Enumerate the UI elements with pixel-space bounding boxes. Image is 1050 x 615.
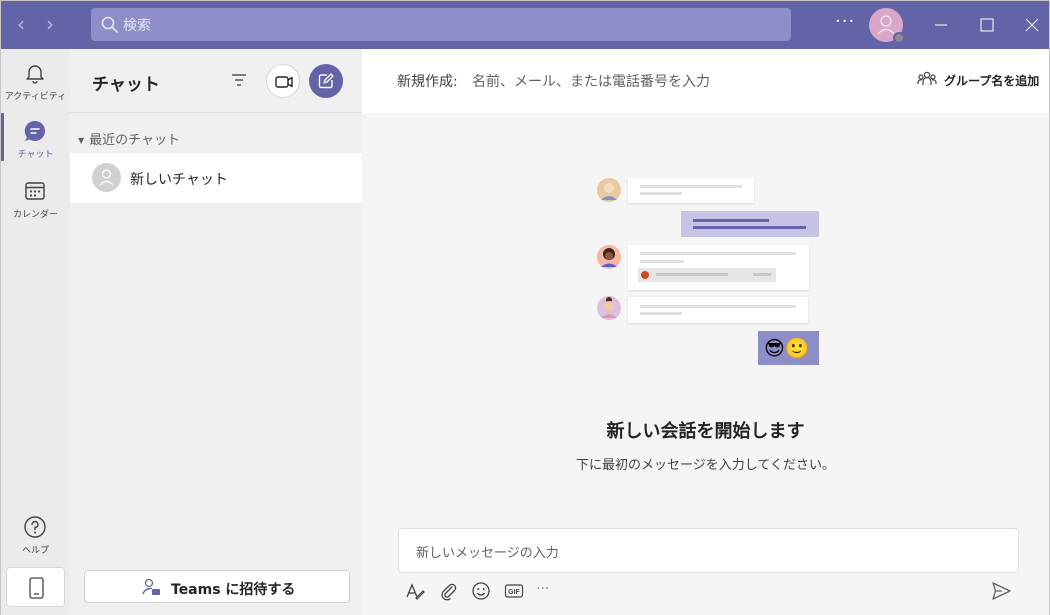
message-bubble [628,245,809,290]
empty-state-title: 新しい会話を開始します [606,421,805,442]
rail-item-activity[interactable]: アクティビティ [1,55,70,111]
chat-list-item[interactable]: 新しいチャット [70,153,362,203]
filter-button[interactable] [228,69,250,91]
person-face-icon [601,248,617,267]
phone-icon [29,577,44,599]
presence-status-icon [893,32,905,44]
search-icon [101,16,118,33]
illustration-avatar [597,245,621,269]
compose-icon [318,73,334,89]
gif-label: GIF [508,589,520,596]
minimize-button[interactable] [929,13,953,37]
close-button[interactable] [1020,13,1044,37]
recent-chats-section[interactable]: ▼ 最近のチャット [78,129,180,148]
more-options-icon[interactable]: ··· [536,580,558,602]
help-icon [24,516,46,538]
recipient-input[interactable]: 名前、メール、または電話番号を入力 [472,71,710,91]
avatar [92,163,121,192]
people-icon [917,71,937,85]
message-bubble [628,297,808,323]
main-chat-area: 新規作成: 名前、メール、または電話番号を入力 グループ名を追加 😎🙂 新しい会… [362,49,1049,615]
chat-name: 新しいチャット [130,172,228,188]
rail-item-chat[interactable]: チャット [1,113,70,169]
title-bar: ‹ › 検索 ··· [1,1,1049,49]
rail-label: チャット [17,150,54,160]
bell-icon [26,65,44,84]
emoji-bubble: 😎🙂 [758,331,819,365]
search-input[interactable]: 検索 [91,8,791,41]
rail-label: アクティビティ [4,92,67,102]
gif-button[interactable]: GIF [503,580,525,602]
back-arrow-icon[interactable]: ‹ [10,13,32,35]
person-icon [99,169,114,186]
format-button[interactable] [404,580,426,602]
user-avatar[interactable] [869,8,905,44]
emoji-button[interactable] [470,580,492,602]
teams-window: ‹ › 検索 ··· アクティビティ チャット カレンダー ヘルプ チャット ▼… [0,0,1050,615]
message-compose-box[interactable]: 新しいメッセージの入力 [398,528,1019,573]
meet-now-button[interactable] [266,64,300,98]
calendar-icon [25,182,45,200]
rail-item-calendar[interactable]: カレンダー [1,173,70,229]
illustration-avatar [597,178,621,202]
section-title-label: 最近のチャット [89,133,181,148]
rail-item-help[interactable]: ヘルプ [1,509,70,565]
video-camera-icon [275,76,293,88]
filter-icon [232,74,246,86]
illustration-avatar [597,296,621,320]
emoji-icon [472,582,490,600]
chat-icon [24,120,45,141]
own-message-bubble [681,211,819,237]
send-button[interactable] [990,580,1012,602]
mobile-device-button[interactable] [6,567,65,607]
invite-person-icon [142,578,160,595]
forward-arrow-icon[interactable]: › [39,13,61,35]
rail-label: カレンダー [12,210,58,220]
maximize-button[interactable] [975,13,999,37]
chat-list-header: チャット [70,49,362,113]
new-chat-button[interactable] [309,64,343,98]
empty-state-illustration: 😎🙂 [592,174,822,369]
attach-icon [441,583,457,601]
group-name-label: グループ名を追加 [944,74,1040,88]
chat-list-panel: チャット ▼ 最近のチャット 新しいチャット Teams に招待する [70,49,362,615]
message-bubble [628,178,754,203]
file-attachment [638,268,776,282]
emoji-reaction: 😎🙂 [764,336,810,360]
search-placeholder: 検索 [123,18,151,34]
person-face-icon [601,183,617,200]
powerpoint-icon [641,271,649,279]
empty-state-subtitle: 下に最初のメッセージを入力してください。 [576,458,835,473]
app-rail: アクティビティ チャット カレンダー ヘルプ [1,49,70,615]
format-icon [406,583,425,600]
gif-icon: GIF [504,584,524,598]
rail-label: ヘルプ [21,546,49,556]
invite-label: Teams に招待する [171,582,296,598]
invite-to-teams-button[interactable]: Teams に招待する [84,570,350,603]
person-face-icon [601,297,617,318]
send-icon [992,582,1011,600]
new-chat-header: 新規作成: 名前、メール、または電話番号を入力 グループ名を追加 [362,49,1049,113]
caret-down-icon: ▼ [78,136,85,145]
new-chat-label: 新規作成: [397,74,458,90]
attach-button[interactable] [437,580,459,602]
chat-panel-title: チャット [92,75,160,95]
compose-placeholder: 新しいメッセージの入力 [416,546,559,561]
more-options-button[interactable]: ··· [835,11,855,32]
